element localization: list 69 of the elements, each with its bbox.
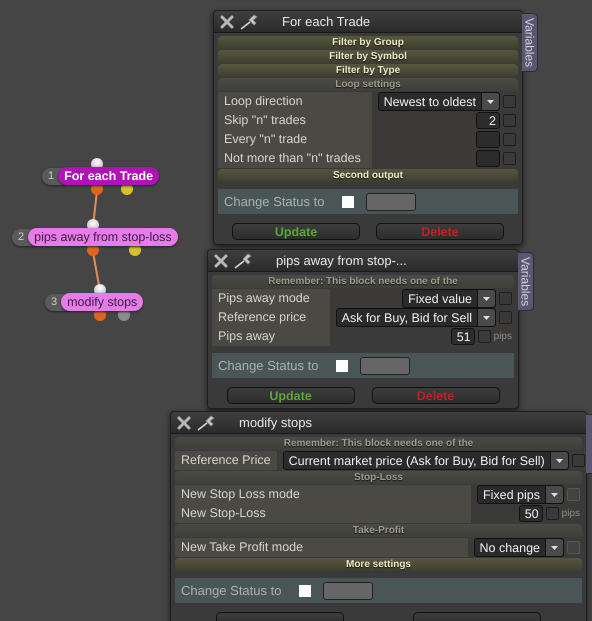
- caret-icon[interactable]: [550, 452, 568, 469]
- field-label: New Stop Loss mode: [175, 485, 472, 504]
- section-header[interactable]: Filter by Symbol: [218, 50, 518, 63]
- window-title: For each Trade: [282, 14, 370, 29]
- caret-icon[interactable]: [545, 486, 563, 503]
- section-header[interactable]: More settings: [175, 558, 582, 571]
- checkbox[interactable]: [499, 311, 512, 324]
- node-label[interactable]: pips away from stop-loss: [28, 228, 178, 246]
- field-label: Not more than "n" trades: [218, 149, 372, 168]
- field-label: New Stop-Loss: [175, 504, 472, 523]
- checkbox[interactable]: [478, 330, 491, 343]
- caret-icon[interactable]: [545, 539, 563, 556]
- dropdown[interactable]: Newest to oldest: [378, 92, 500, 111]
- section-header[interactable]: Second output: [218, 169, 518, 182]
- section-header[interactable]: Loop settings: [218, 78, 518, 91]
- field-label: Every "n" trade: [218, 130, 372, 149]
- close-icon[interactable]: [214, 254, 228, 268]
- close-icon[interactable]: [177, 416, 191, 430]
- field-label: Reference price: [212, 308, 330, 327]
- window-title: modify stops: [239, 415, 312, 430]
- variables-tab[interactable]: Variables: [522, 13, 538, 72]
- field-label: New Take Profit mode: [175, 538, 468, 557]
- color-field[interactable]: [360, 356, 410, 374]
- field-label: Loop direction: [218, 92, 372, 111]
- dropdown[interactable]: Fixed value: [402, 289, 496, 308]
- dropdown[interactable]: Ask for Buy, Bid for Sell: [336, 308, 496, 327]
- status-label: Change Status to: [181, 583, 282, 598]
- section-header[interactable]: Remember: This block needs one of the: [175, 437, 582, 450]
- number-field[interactable]: 2: [476, 112, 500, 129]
- field-label: Pips away mode: [212, 289, 330, 308]
- color-field[interactable]: [323, 582, 374, 600]
- unit-label: pips: [494, 331, 512, 342]
- caret-icon[interactable]: [477, 290, 495, 307]
- section-header[interactable]: Filter by Group: [218, 36, 518, 49]
- checkbox[interactable]: [299, 584, 312, 596]
- checkbox[interactable]: [572, 454, 585, 467]
- color-field[interactable]: [366, 192, 416, 210]
- checkbox[interactable]: [546, 507, 559, 520]
- section-header[interactable]: Stop-Loss: [175, 471, 582, 484]
- node-label[interactable]: modify stops: [61, 293, 144, 311]
- checkbox[interactable]: [342, 196, 354, 208]
- number-field[interactable]: [476, 131, 500, 148]
- checkbox[interactable]: [503, 95, 516, 108]
- checkbox[interactable]: [499, 292, 512, 305]
- variables-tab[interactable]: Variables: [518, 252, 534, 312]
- status-label: Change Status to: [224, 194, 324, 209]
- section-header[interactable]: Filter by Type: [218, 64, 518, 77]
- number-field[interactable]: 50: [518, 505, 543, 522]
- close-icon[interactable]: [220, 14, 234, 28]
- update-button[interactable]: Update: [226, 387, 354, 404]
- number-field[interactable]: 51: [450, 328, 475, 345]
- node-label[interactable]: For each Trade: [58, 167, 160, 185]
- section-header[interactable]: Take-Profit: [175, 524, 582, 537]
- section-header[interactable]: Remember: This block needs one of the: [212, 275, 514, 288]
- status-label: Change Status to: [218, 358, 318, 373]
- dropdown[interactable]: Current market price (Ask for Buy, Bid for Sell): [282, 451, 569, 470]
- caret-icon[interactable]: [481, 93, 499, 110]
- window-title: pips away from stop-...: [276, 253, 407, 268]
- checkbox[interactable]: [336, 360, 348, 372]
- caret-icon[interactable]: [477, 309, 495, 326]
- field-label: Pips away: [212, 327, 330, 346]
- field-label: Reference Price: [175, 451, 277, 470]
- update-button[interactable]: Update: [232, 223, 360, 240]
- unit-label: pips: [562, 508, 580, 519]
- field-label: Skip "n" trades: [218, 111, 372, 130]
- checkbox[interactable]: [503, 114, 516, 127]
- number-field[interactable]: [476, 150, 500, 167]
- checkbox[interactable]: [503, 133, 516, 146]
- checkbox[interactable]: [503, 152, 516, 165]
